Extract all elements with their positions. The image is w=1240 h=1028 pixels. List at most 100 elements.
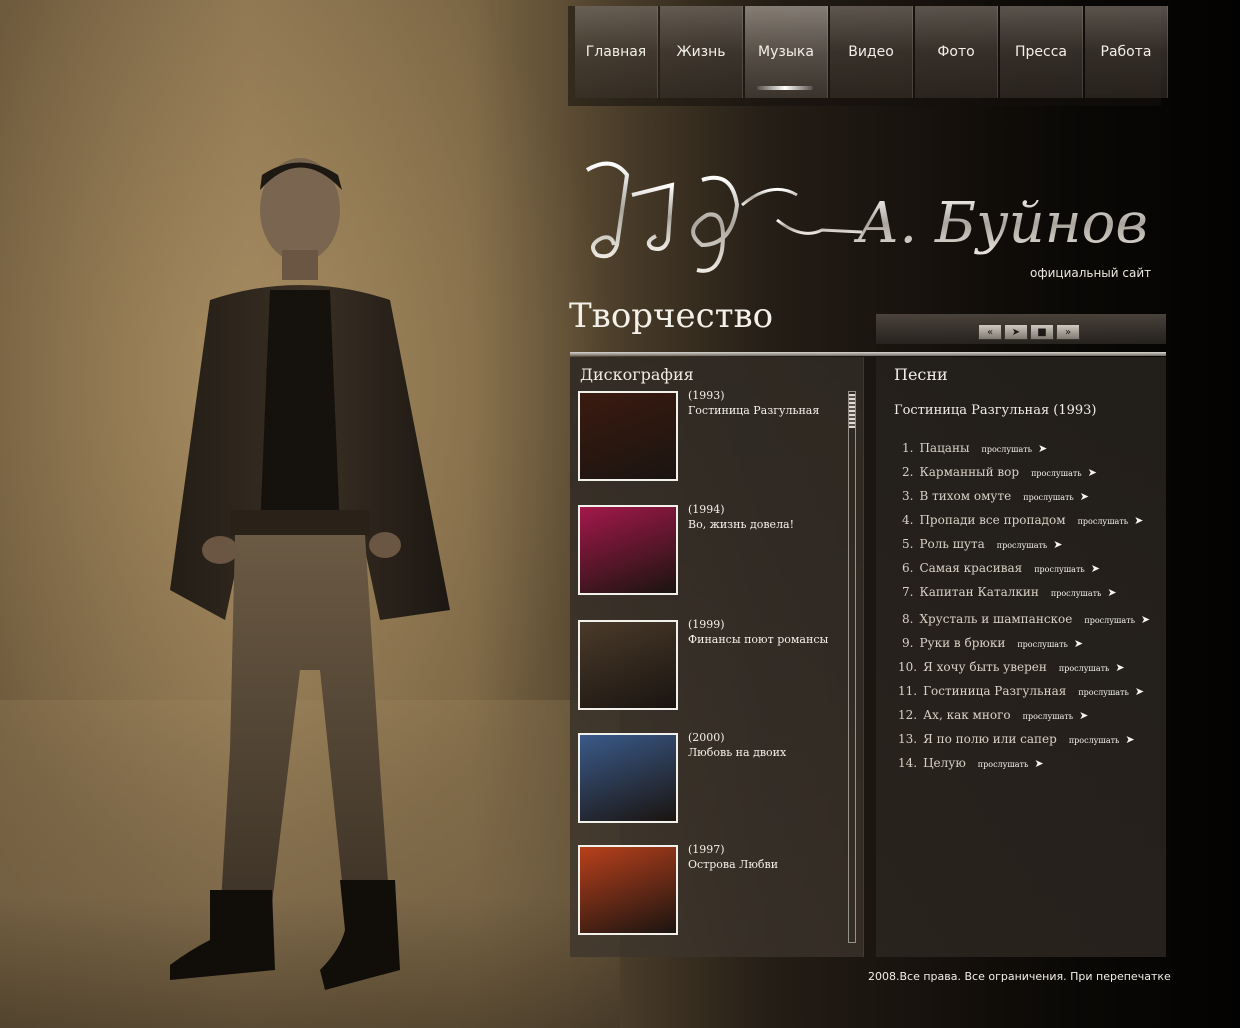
nav-label: Пресса [1014,44,1067,60]
song-title[interactable]: Руки в брюки [919,636,1005,650]
play-arrow-icon[interactable]: ➤ [1034,757,1043,770]
play-arrow-icon[interactable]: ➤ [1107,586,1116,599]
album-item: (2000) Любовь на двоих [578,731,838,825]
song-title[interactable]: Хрусталь и шампанское [919,612,1072,626]
prev-icon[interactable]: « [978,324,1002,340]
album-name[interactable]: Острова Любви [688,858,848,871]
song-row: 3. В тихом омуте прослушать ➤ [902,489,1089,503]
song-number: 1. [902,441,914,455]
main-nav: Главная Жизнь Музыка Видео Фото Пресса Р… [575,6,1168,98]
song-title[interactable]: Я по полю или сапер [923,732,1057,746]
play-arrow-icon[interactable]: ➤ [1135,685,1144,698]
next-icon[interactable]: » [1056,324,1080,340]
listen-link[interactable]: прослушать [1078,517,1129,526]
album-name[interactable]: Гостиница Разгульная [688,404,848,417]
songs-title: Песни [894,365,948,384]
song-title[interactable]: В тихом омуте [919,489,1011,503]
song-title[interactable]: Карманный вор [919,465,1019,479]
song-row: 9. Руки в брюки прослушать ➤ [902,636,1083,650]
song-row: 7. Капитан Каталкин прослушать ➤ [902,585,1117,599]
play-arrow-icon[interactable]: ➤ [1115,661,1124,674]
nav-item-video[interactable]: Видео [830,6,913,98]
nav-item-home[interactable]: Главная [575,6,658,98]
play-arrow-icon[interactable]: ➤ [1134,514,1143,527]
song-row: 11. Гостиница Разгульная прослушать ➤ [898,684,1144,698]
song-title[interactable]: Ах, как много [923,708,1011,722]
song-row: 8. Хрусталь и шампанское прослушать ➤ [902,612,1150,626]
play-arrow-icon[interactable]: ➤ [1141,613,1150,626]
discography-title: Дискография [580,365,694,384]
song-number: 13. [898,732,918,746]
listen-link[interactable]: прослушать [1017,640,1068,649]
song-row: 12. Ах, как много прослушать ➤ [898,708,1088,722]
nav-item-work[interactable]: Работа [1085,6,1168,98]
songs-panel: Песни Гостиница Разгульная (1993) 1. Паца… [876,357,1166,957]
song-number: 8. [902,612,914,626]
song-title[interactable]: Гостиница Разгульная [923,684,1066,698]
logo-subtitle: официальный сайт [1030,266,1152,280]
album-year: (1999) [688,618,725,631]
play-arrow-icon[interactable]: ➤ [1088,466,1097,479]
song-row: 14. Целую прослушать ➤ [898,756,1044,770]
play-arrow-icon[interactable]: ➤ [1074,637,1083,650]
song-number: 6. [902,561,914,575]
play-arrow-icon[interactable]: ➤ [1080,490,1089,503]
song-row: 5. Роль шута прослушать ➤ [902,537,1062,551]
album-cover[interactable] [578,845,678,935]
play-icon[interactable]: ➤ [1004,324,1028,340]
song-number: 7. [902,585,914,599]
listen-link[interactable]: прослушать [1078,688,1129,697]
song-title[interactable]: Целую [923,756,966,770]
discography-scrollbar[interactable] [848,391,856,943]
listen-link[interactable]: прослушать [1023,712,1074,721]
song-title[interactable]: Роль шута [919,537,984,551]
nav-label: Работа [1100,44,1152,60]
song-number: 3. [902,489,914,503]
album-name[interactable]: Любовь на двоих [688,746,848,759]
song-number: 4. [902,513,914,527]
song-title[interactable]: Пацаны [919,441,969,455]
stop-icon[interactable]: ■ [1030,324,1054,340]
song-title[interactable]: Я хочу быть уверен [923,660,1047,674]
listen-link[interactable]: прослушать [1031,469,1082,478]
player-controls: « ➤ ■ » [978,324,1080,340]
play-arrow-icon[interactable]: ➤ [1079,709,1088,722]
nav-label: Музыка [758,44,814,60]
nav-item-press[interactable]: Пресса [1000,6,1083,98]
nav-item-photo[interactable]: Фото [915,6,998,98]
listen-link[interactable]: прослушать [1069,736,1120,745]
play-arrow-icon[interactable]: ➤ [1125,733,1134,746]
album-cover[interactable] [578,505,678,595]
listen-link[interactable]: прослушать [982,445,1033,454]
play-arrow-icon[interactable]: ➤ [1038,442,1047,455]
listen-link[interactable]: прослушать [997,541,1048,550]
active-indicator [757,86,813,90]
song-row: 4. Пропади все пропадом прослушать ➤ [902,513,1143,527]
song-title[interactable]: Пропади все пропадом [919,513,1065,527]
album-item: (1993) Гостиница Разгульная [578,389,838,483]
album-name[interactable]: Во, жизнь довела! [688,518,848,531]
page-title: Творчество [569,296,774,336]
nav-item-music[interactable]: Музыка [745,6,828,98]
play-arrow-icon[interactable]: ➤ [1091,562,1100,575]
scrollbar-thumb[interactable] [849,394,855,428]
play-arrow-icon[interactable]: ➤ [1053,538,1062,551]
song-number: 14. [898,756,918,770]
album-cover[interactable] [578,620,678,710]
song-title[interactable]: Самая красивая [919,561,1022,575]
album-name[interactable]: Финансы поют романсы [688,633,848,646]
listen-link[interactable]: прослушать [1034,565,1085,574]
listen-link[interactable]: прослушать [1059,664,1110,673]
listen-link[interactable]: прослушать [1023,493,1074,502]
album-cover[interactable] [578,391,678,481]
listen-link[interactable]: прослушать [1051,589,1102,598]
album-cover[interactable] [578,733,678,823]
listen-link[interactable]: прослушать [1084,616,1135,625]
nav-label: Главная [585,44,647,60]
song-title[interactable]: Капитан Каталкин [919,585,1038,599]
song-row: 6. Самая красивая прослушать ➤ [902,561,1100,575]
listen-link[interactable]: прослушать [978,760,1029,769]
song-number: 2. [902,465,914,479]
artist-photo [170,158,450,990]
nav-item-life[interactable]: Жизнь [660,6,743,98]
